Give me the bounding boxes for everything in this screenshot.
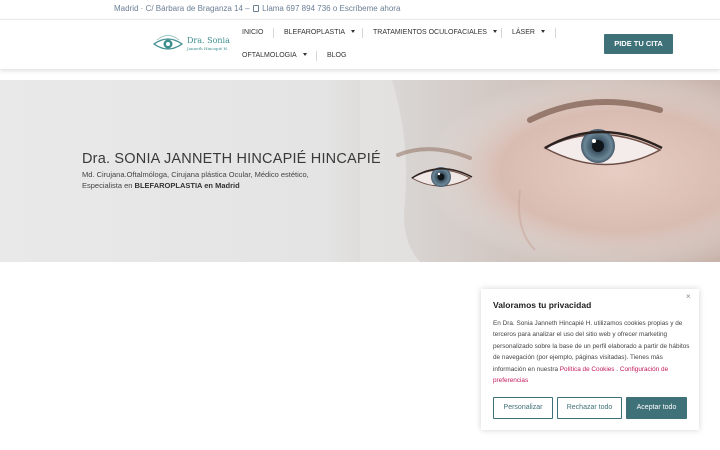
chevron-down-icon: [351, 30, 356, 33]
nav-label: BLEFAROPLASTIA: [284, 29, 346, 36]
hero-banner: Dra. SONIA JANNETH HINCAPIÉ HINCAPIÉ Md.…: [0, 80, 720, 262]
nav-item-oftalmologia[interactable]: OFTALMOLOGIA: [242, 52, 307, 59]
nav-item-laser[interactable]: LÁSER: [512, 29, 545, 36]
hero-title: Dra. SONIA JANNETH HINCAPIÉ HINCAPIÉ: [82, 151, 381, 167]
logo-name: Dra. Sonia: [187, 36, 230, 45]
nav-divider: [362, 28, 363, 38]
chevron-down-icon: [492, 30, 497, 33]
chevron-down-icon: [302, 53, 307, 56]
specialty-prefix: Especialista en: [82, 181, 135, 190]
reject-all-button[interactable]: Rechazar todo: [557, 397, 622, 419]
nav-divider: [501, 28, 502, 38]
nav-label: INICIO: [242, 29, 264, 36]
nav-item-tratamientos[interactable]: TRATAMIENTOS OCULOFACIALES: [373, 29, 497, 36]
specialty-highlight: BLEFAROPLASTIA en Madrid: [134, 181, 240, 190]
nav-item-blog[interactable]: BLOG: [327, 52, 346, 59]
phone-link[interactable]: Llama 697 894 736 o Escríbeme ahora: [262, 4, 400, 13]
nav-label: BLOG: [327, 52, 347, 59]
nav-divider: [273, 28, 274, 38]
cookie-policy-link[interactable]: Política de Cookies: [560, 366, 615, 373]
cookie-title: Valoramos tu privacidad: [493, 300, 592, 310]
chevron-down-icon: [540, 30, 545, 33]
top-info-bar: Madrid · C/ Bárbara de Braganza 14 – Lla…: [0, 0, 720, 19]
phone-icon: [252, 5, 259, 12]
cookie-consent-dialog: × Valoramos tu privacidad En Dra. Sonia …: [481, 289, 699, 430]
contact-info: Madrid · C/ Bárbara de Braganza 14 – Lla…: [114, 4, 400, 13]
close-icon[interactable]: ×: [686, 292, 691, 301]
nav-label: OFTALMOLOGIA: [242, 52, 297, 59]
accept-all-button[interactable]: Aceptar todo: [626, 397, 687, 419]
nav-divider: [555, 28, 556, 38]
logo-subtitle: Janneth Hincapié H.: [187, 46, 229, 51]
nav-label: TRATAMIENTOS OCULOFACIALES: [373, 29, 487, 36]
nav-divider: [316, 51, 317, 61]
hero-subtitle: Md. Cirujana.Oftalmóloga, Cirujana plást…: [82, 170, 309, 179]
address-text: Madrid · C/ Bárbara de Braganza 14 –: [114, 4, 252, 13]
site-logo[interactable]: Dra. Sonia Janneth Hincapié H.: [153, 32, 233, 56]
customize-button[interactable]: Personalizar: [493, 397, 553, 419]
book-appointment-button[interactable]: PIDE TU CITA: [604, 34, 673, 54]
cookie-text: En Dra. Sonia Janneth Hincapié H. utiliz…: [493, 318, 691, 386]
hero-specialty: Especialista en BLEFAROPLASTIA en Madrid: [82, 181, 240, 190]
eye-logo-icon: [153, 35, 183, 50]
nav-label: LÁSER: [512, 29, 535, 36]
nav-item-blefaroplastia[interactable]: BLEFAROPLASTIA: [284, 29, 356, 36]
nav-item-inicio[interactable]: INICIO: [242, 29, 263, 36]
